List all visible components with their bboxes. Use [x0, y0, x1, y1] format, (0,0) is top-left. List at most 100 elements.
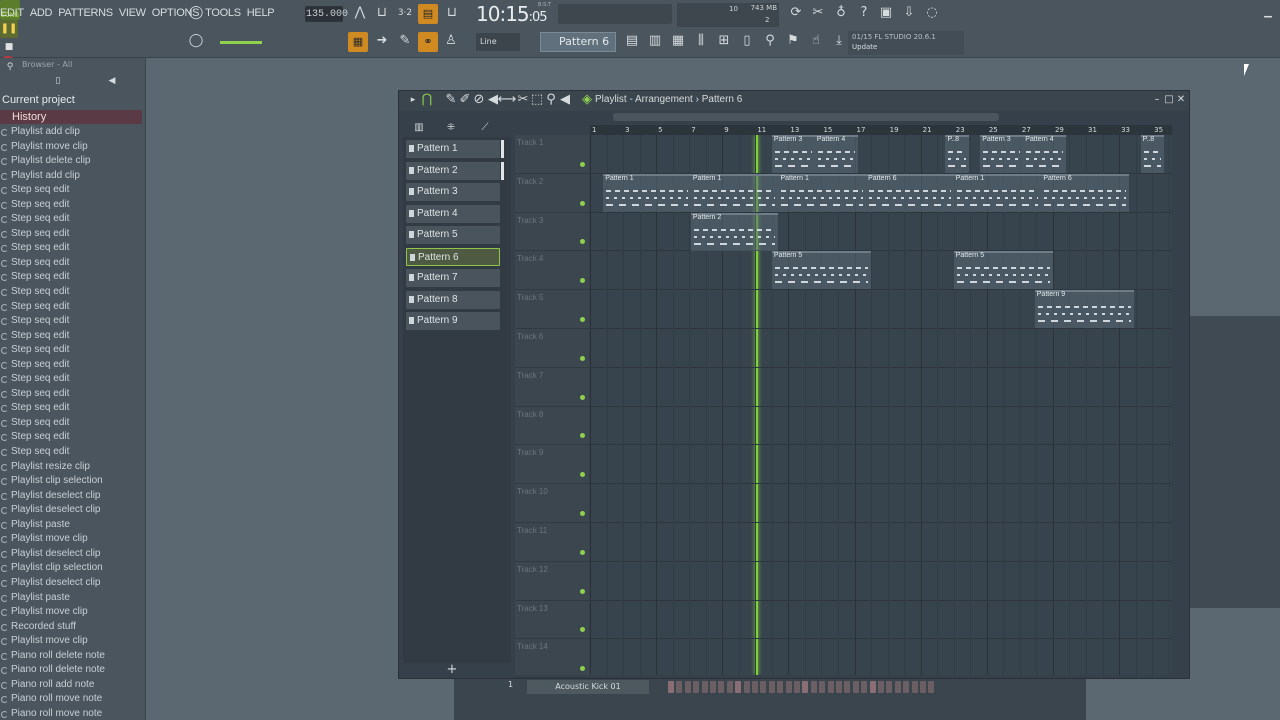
- hint-panel[interactable]: 01/15 FL STUDIO 20.6.1 Update: [848, 31, 964, 55]
- history-item[interactable]: Step seq edit: [0, 212, 142, 227]
- history-item[interactable]: Playlist move clip: [0, 634, 142, 649]
- step-button[interactable]: [701, 681, 708, 693]
- pattern-item[interactable]: Pattern 4: [406, 204, 500, 223]
- history-item[interactable]: Playlist paste: [0, 518, 142, 533]
- history-item[interactable]: Step seq edit: [0, 329, 142, 344]
- history-item[interactable]: Step seq edit: [0, 358, 142, 373]
- step-button[interactable]: [760, 681, 767, 693]
- step-button[interactable]: [735, 681, 742, 693]
- pattern-clip[interactable]: P..8: [1140, 135, 1164, 173]
- step-button[interactable]: [752, 681, 758, 693]
- history-item[interactable]: Playlist paste: [0, 591, 142, 606]
- history-item[interactable]: Step seq edit: [0, 241, 142, 256]
- pattern-clip[interactable]: Pattern 3: [771, 135, 815, 173]
- piano-icon[interactable]: ▥: [409, 119, 429, 139]
- channel-rack-icon[interactable]: ▦: [668, 32, 688, 52]
- step-button[interactable]: [903, 681, 910, 693]
- arrow-right-icon[interactable]: ➜: [372, 32, 392, 52]
- save-icon[interactable]: ▣: [876, 4, 896, 24]
- step-button[interactable]: [911, 681, 918, 693]
- history-item[interactable]: Playlist move clip: [0, 532, 142, 547]
- step-button[interactable]: [928, 681, 935, 693]
- track-header[interactable]: Track 9: [515, 445, 589, 485]
- maximize-window-icon[interactable]: □: [1163, 94, 1175, 106]
- arrangement-grid[interactable]: Pattern 3 Pattern 4 P..8 Pattern 3 Pattern 4…: [590, 135, 1172, 675]
- link-button[interactable]: ⚭: [418, 32, 438, 52]
- plugin-database-icon[interactable]: ⚲: [760, 32, 780, 52]
- playback-icon[interactable]: ◀: [555, 91, 575, 111]
- arrangement-icon[interactable]: ◈: [577, 91, 597, 111]
- track-header[interactable]: Track 12: [515, 562, 589, 601]
- history-item[interactable]: Step seq edit: [0, 256, 142, 271]
- horizontal-scrollbar[interactable]: [613, 113, 999, 121]
- minimize-app-icon[interactable]: ▁: [1258, 4, 1278, 24]
- history-item[interactable]: Step seq edit: [0, 372, 142, 387]
- pattern-item[interactable]: Pattern 6: [406, 247, 500, 266]
- track-mute-led[interactable]: [580, 355, 585, 361]
- history-item[interactable]: Piano roll add note: [0, 678, 142, 693]
- step-button[interactable]: [869, 681, 876, 693]
- export-icon[interactable]: ⇩: [899, 4, 919, 24]
- track-header[interactable]: Track 13: [515, 601, 589, 640]
- history-item[interactable]: Playlist move clip: [0, 140, 142, 155]
- pattern-clip[interactable]: Pattern 9: [1034, 290, 1134, 329]
- master-volume-knob-icon[interactable]: ◯: [186, 4, 206, 24]
- step-button[interactable]: [718, 681, 725, 693]
- snap-selector[interactable]: Line: [476, 33, 520, 51]
- step-button[interactable]: [852, 681, 859, 693]
- pattern-clip[interactable]: Pattern 4: [1023, 135, 1067, 173]
- play-button[interactable]: ❚❚: [0, 20, 18, 38]
- pattern-item[interactable]: Pattern 2: [406, 161, 500, 180]
- pattern-clip[interactable]: Pattern 1: [603, 173, 691, 212]
- track-mute-led[interactable]: [580, 433, 585, 439]
- file-icon[interactable]: ▯: [48, 72, 68, 92]
- track-mute-led[interactable]: [580, 161, 585, 167]
- track-mute-led[interactable]: [580, 200, 585, 206]
- pattern-clip[interactable]: Pattern 1: [690, 173, 779, 212]
- stamp-icon[interactable]: ♙: [441, 32, 461, 52]
- track-mute-led[interactable]: [580, 549, 585, 555]
- master-volume-slider[interactable]: [220, 41, 262, 44]
- speaker-icon[interactable]: ◀: [102, 72, 122, 92]
- history-item[interactable]: Playlist move clip: [0, 605, 142, 620]
- history-folder[interactable]: History: [0, 110, 142, 124]
- pattern-clip[interactable]: Pattern 1: [953, 173, 1042, 212]
- pattern-clip-icon[interactable]: ⁜: [441, 119, 461, 139]
- step-button[interactable]: [844, 681, 851, 693]
- track-mute-led[interactable]: [580, 239, 585, 245]
- track-header[interactable]: Track 8: [515, 407, 589, 446]
- history-item[interactable]: Piano roll delete note: [0, 649, 142, 664]
- pattern-clip[interactable]: Pattern 6: [866, 173, 954, 212]
- cut-icon[interactable]: ✂: [808, 4, 828, 24]
- master-pitch-knob-icon[interactable]: ◯: [186, 32, 206, 52]
- loop-record-icon[interactable]: ⊔: [442, 4, 462, 24]
- stop-button[interactable]: ■: [0, 38, 18, 56]
- step-button[interactable]: [819, 681, 826, 693]
- mixer-icon[interactable]: ⫼: [691, 32, 711, 52]
- pattern-item[interactable]: Pattern 3: [406, 183, 500, 201]
- pattern-selector[interactable]: Pattern 6: [540, 32, 616, 52]
- history-item[interactable]: Playlist add clip: [0, 125, 142, 140]
- track-header[interactable]: Track 7: [515, 368, 589, 407]
- wait-for-input-icon[interactable]: ⊔: [372, 4, 392, 24]
- pattern-clip[interactable]: Pattern 5: [771, 251, 872, 290]
- pattern-clip[interactable]: P..8: [945, 135, 969, 173]
- step-button[interactable]: [802, 681, 809, 693]
- channel-rack-toggle-button[interactable]: ▦: [348, 32, 368, 52]
- track-mute-led[interactable]: [580, 316, 585, 322]
- blend-notes-button[interactable]: ▤: [418, 4, 438, 24]
- menu-edit[interactable]: EDIT: [0, 7, 24, 19]
- playlist-title-bar[interactable]: ▸ ⋂ ✎ ✐ ⊘ ◀ ⟷ ✂ ⬚ ⚲ ◀ ◈ Playlist - Arran…: [399, 91, 1189, 111]
- step-button[interactable]: [777, 681, 784, 693]
- pattern-item[interactable]: Pattern 7: [406, 269, 500, 287]
- step-button[interactable]: [827, 681, 834, 693]
- step-button[interactable]: [886, 681, 893, 693]
- track-mute-led[interactable]: [580, 472, 585, 478]
- menu-tools[interactable]: TOOLS: [205, 7, 241, 19]
- history-item[interactable]: Playlist clip selection: [0, 474, 142, 489]
- pattern-item[interactable]: Pattern 8: [406, 290, 500, 309]
- track-header[interactable]: Track 4: [515, 251, 589, 291]
- history-item[interactable]: Step seq edit: [0, 343, 142, 358]
- touch-keyboard-icon[interactable]: ☝: [806, 32, 826, 52]
- tempo-tapper-icon[interactable]: ⚑: [783, 32, 803, 52]
